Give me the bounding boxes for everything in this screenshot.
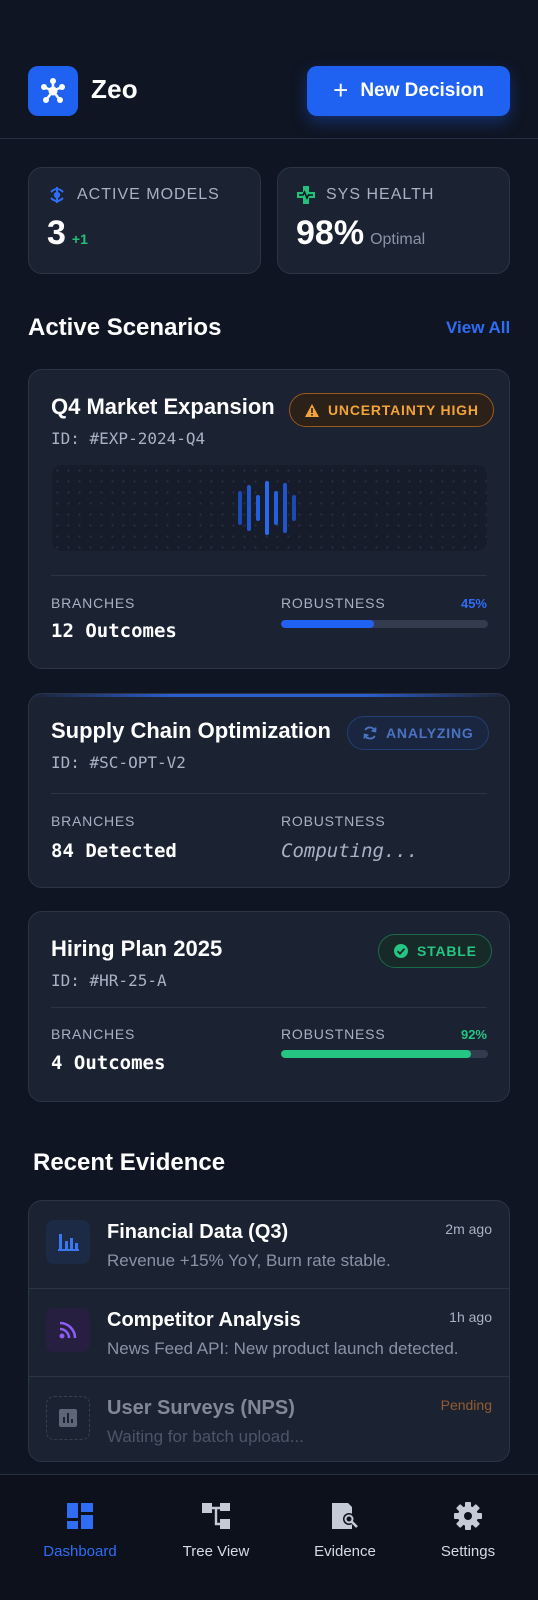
branches-value: 12 Outcomes (51, 620, 177, 642)
evidence-item-competitor[interactable]: Competitor Analysis News Feed API: New p… (29, 1289, 509, 1376)
survey-chart-icon (46, 1396, 90, 1440)
robustness-bar (281, 620, 488, 628)
evidence-icon (330, 1499, 360, 1533)
evidence-desc: Revenue +15% YoY, Burn rate stable. (107, 1251, 391, 1270)
robustness-label: ROBUSTNESS (281, 1026, 386, 1042)
nav-label: Settings (440, 1543, 496, 1560)
scenario-id: ID: #SC-OPT-V2 (51, 753, 186, 772)
bottom-nav: Dashboard Tree View Evidence Settings (0, 1474, 538, 1600)
new-decision-label: New Decision (360, 80, 484, 101)
robustness-bar-fill (281, 1050, 472, 1058)
new-decision-button[interactable]: + New Decision (307, 66, 510, 116)
card-divider (51, 793, 487, 794)
evidence-pending-status: Pending (440, 1397, 492, 1413)
evidence-title: Financial Data (Q3) (107, 1221, 289, 1243)
robustness-bar-fill (281, 620, 375, 628)
scenario-card-hiring-plan[interactable]: Hiring Plan 2025 ID: #HR-25-A STABLE BRA… (28, 911, 510, 1102)
bar-chart-icon (46, 1220, 90, 1264)
robustness-status: Computing... (281, 840, 419, 862)
scenario-card-q4-market[interactable]: Q4 Market Expansion ID: #EXP-2024-Q4 UNC… (28, 369, 510, 669)
evidence-desc: News Feed API: New product launch detect… (107, 1339, 459, 1358)
scenario-name: Supply Chain Optimization (51, 718, 331, 743)
scenario-id: ID: #EXP-2024-Q4 (51, 429, 206, 448)
analyzing-glow (29, 694, 509, 697)
scenario-name: Q4 Market Expansion (51, 394, 275, 419)
status-badge-analyzing: ANALYZING (347, 716, 489, 750)
app-header: Zeo + New Decision (0, 0, 538, 139)
tree-view-icon (201, 1499, 231, 1533)
evidence-desc: Waiting for batch upload... (107, 1427, 304, 1446)
model-hub-icon (50, 187, 64, 203)
warning-icon (305, 403, 319, 417)
status-badge-uncertainty: UNCERTAINTY HIGH (289, 393, 494, 427)
nav-evidence[interactable]: Evidence (305, 1475, 385, 1600)
branches-value: 84 Detected (51, 840, 177, 862)
sys-health-label: SYS HEALTH (326, 186, 435, 203)
evidence-title: User Surveys (NPS) (107, 1397, 295, 1419)
scenario-name: Hiring Plan 2025 (51, 936, 223, 961)
network-hub-icon (41, 78, 65, 103)
evidence-item-financial[interactable]: Financial Data (Q3) Revenue +15% YoY, Bu… (29, 1201, 509, 1288)
sys-health-value: 98% (296, 214, 365, 252)
sys-health-card: SYS HEALTH 98% Optimal (277, 167, 510, 274)
waveform-icon (238, 481, 296, 535)
scenario-card-supply-chain[interactable]: Supply Chain Optimization ID: #SC-OPT-V2… (28, 693, 510, 888)
evidence-title: Competitor Analysis (107, 1309, 301, 1331)
check-circle-icon (394, 944, 408, 958)
robustness-percent: 45% (460, 596, 487, 611)
robustness-label: ROBUSTNESS (281, 595, 386, 611)
rss-feed-icon (46, 1308, 90, 1352)
card-divider (51, 575, 487, 576)
scenario-id: ID: #HR-25-A (51, 971, 167, 990)
scenario-waveform-visual (52, 465, 487, 551)
dashboard-icon (66, 1499, 94, 1533)
nav-label: Tree View (182, 1543, 250, 1560)
branches-value: 4 Outcomes (51, 1052, 166, 1074)
evidence-list: Financial Data (Q3) Revenue +15% YoY, Bu… (28, 1200, 510, 1462)
active-models-label: ACTIVE MODELS (77, 186, 220, 203)
evidence-item-surveys[interactable]: User Surveys (NPS) Waiting for batch upl… (29, 1377, 509, 1461)
evidence-time: 2m ago (445, 1221, 492, 1237)
badge-label: STABLE (417, 943, 477, 959)
refresh-icon (363, 726, 377, 740)
status-badge-stable: STABLE (378, 934, 492, 968)
badge-label: ANALYZING (386, 725, 474, 741)
card-divider (51, 1007, 487, 1008)
active-scenarios-title: Active Scenarios (28, 314, 222, 341)
badge-label: UNCERTAINTY HIGH (328, 402, 479, 418)
active-models-delta: +1 (71, 231, 88, 247)
nav-dashboard[interactable]: Dashboard (40, 1475, 120, 1600)
branches-label: BRANCHES (51, 1026, 136, 1042)
active-models-card: ACTIVE MODELS 3 +1 (28, 167, 261, 274)
robustness-percent: 92% (460, 1027, 487, 1042)
gear-icon (453, 1499, 483, 1533)
nav-settings[interactable]: Settings (428, 1475, 508, 1600)
nav-label: Dashboard (43, 1543, 117, 1560)
nav-label: Evidence (314, 1543, 376, 1560)
robustness-bar (281, 1050, 488, 1058)
app-logo (28, 66, 78, 116)
robustness-label: ROBUSTNESS (281, 813, 386, 829)
branches-label: BRANCHES (51, 595, 136, 611)
health-cross-icon (297, 186, 315, 204)
active-models-value: 3 (47, 214, 66, 252)
recent-evidence-title: Recent Evidence (33, 1149, 226, 1176)
view-all-link[interactable]: View All (446, 318, 510, 338)
evidence-time: 1h ago (449, 1309, 492, 1325)
app-title: Zeo (91, 74, 138, 104)
sys-health-status: Optimal (370, 231, 426, 248)
nav-tree-view[interactable]: Tree View (176, 1475, 256, 1600)
plus-icon: + (333, 74, 349, 105)
branches-label: BRANCHES (51, 813, 136, 829)
